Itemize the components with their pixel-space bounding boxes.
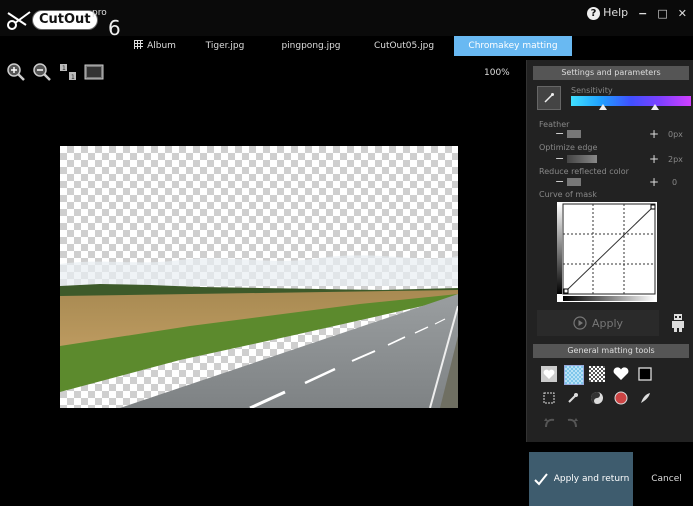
logo-pro: pro [92, 8, 107, 18]
tab-cutout05[interactable]: CutOut05.jpg [368, 36, 440, 56]
selection-tool[interactable] [541, 390, 557, 406]
curve-graph-svg [557, 203, 656, 301]
transparent-checker-tool-active[interactable] [564, 365, 584, 385]
app-logo: CutOut [6, 6, 98, 34]
settings-header: Settings and parameters [533, 66, 689, 80]
undo-button[interactable] [541, 414, 557, 430]
tab-label: CutOut05.jpg [373, 41, 435, 51]
apply-and-return-button[interactable]: Apply and return [529, 452, 633, 506]
help-button[interactable]: ? Help [587, 6, 628, 20]
black-square-tool[interactable] [637, 366, 653, 382]
zoom-level: 100% [484, 68, 510, 78]
heart-icon [543, 369, 555, 379]
zoom-out-icon [33, 63, 51, 81]
optimize-value: 2px [668, 155, 683, 164]
apply-button[interactable]: Apply [537, 310, 659, 336]
svg-text:1: 1 [71, 74, 75, 81]
reduce-color-label: Reduce reflected color [539, 167, 629, 176]
tab-label: Album [147, 41, 176, 51]
sensitivity-spectrum[interactable] [571, 96, 691, 106]
redo-icon [567, 418, 578, 428]
close-button[interactable]: ✕ [678, 7, 687, 20]
feather-plus-button[interactable]: + [649, 127, 659, 141]
landscape-image [60, 255, 458, 408]
fit-window-icon [84, 64, 104, 80]
help-label: Help [603, 6, 629, 19]
tab-label: Tiger.jpg [205, 41, 245, 51]
magic-wand-icon [568, 393, 578, 403]
cancel-label: Cancel [651, 474, 682, 484]
reduce-plus-button[interactable]: + [649, 175, 659, 189]
tab-bar: Album Tiger.jpg pingpong.jpg CutOut05.jp… [0, 36, 693, 56]
curve-label: Curve of mask [539, 190, 597, 199]
help-icon: ? [587, 7, 601, 20]
square-icon [638, 367, 652, 381]
optimize-plus-button[interactable]: + [649, 152, 659, 166]
selection-icon [543, 392, 555, 404]
image-canvas[interactable] [60, 146, 458, 408]
optimize-minus-button[interactable]: − [555, 152, 564, 165]
reduce-slider[interactable] [567, 178, 581, 186]
zoom-out-button[interactable] [32, 62, 52, 82]
checkmark-icon [533, 473, 548, 486]
window-controls: ? Help − □ ✕ [587, 6, 687, 20]
minimize-button[interactable]: − [638, 7, 647, 20]
optimize-slider[interactable] [567, 155, 597, 163]
tab-chromakey[interactable]: Chromakey matting [454, 36, 572, 56]
maximize-button[interactable]: □ [657, 7, 667, 20]
svg-text:1: 1 [62, 65, 66, 72]
robot-icon [672, 314, 684, 332]
redo-button[interactable] [565, 414, 581, 430]
cancel-button[interactable]: Cancel [640, 452, 693, 506]
view-toolbar: 11 [6, 62, 104, 82]
apply-label: Apply [591, 316, 624, 330]
play-icon [573, 316, 587, 330]
actual-size-button[interactable]: 11 [58, 62, 78, 82]
red-circle-icon [614, 391, 628, 405]
actual-size-icon: 11 [60, 64, 76, 81]
sensitivity-label: Sensitivity [571, 86, 613, 95]
magic-wand-tool[interactable] [565, 390, 581, 406]
scissors-icon [7, 11, 31, 30]
apply-return-label: Apply and return [553, 474, 630, 484]
reduce-value: 0 [672, 178, 678, 187]
feather-brush-tool[interactable] [637, 390, 653, 406]
settings-panel: Settings and parameters Sensitivity Feat… [526, 60, 693, 442]
tab-pingpong[interactable]: pingpong.jpg [276, 36, 346, 56]
heart-brush-tool[interactable] [613, 366, 629, 382]
curve-of-mask-graph[interactable] [557, 202, 657, 302]
robot-button[interactable] [671, 314, 685, 332]
undo-icon [544, 418, 555, 428]
feather-minus-button[interactable]: − [555, 127, 564, 140]
keep-heart-brush-tool[interactable] [541, 366, 557, 382]
checker-tool[interactable] [589, 366, 605, 382]
tab-label: Chromakey matting [468, 41, 558, 51]
sensitivity-marker-high[interactable] [651, 104, 659, 110]
tab-album[interactable]: Album [126, 36, 184, 56]
tab-label: pingpong.jpg [281, 41, 341, 51]
color-restore-tool[interactable] [613, 390, 629, 406]
feather-slider[interactable] [567, 130, 581, 138]
eyedropper-button[interactable] [537, 86, 561, 110]
tools-header: General matting tools [533, 344, 689, 358]
grid-icon [134, 40, 144, 49]
zoom-in-button[interactable] [6, 62, 26, 82]
logo-text: CutOut [32, 10, 98, 30]
sensitivity-marker-low[interactable] [599, 104, 607, 110]
eyedropper-icon [544, 93, 554, 103]
yin-yang-tool[interactable] [589, 390, 605, 406]
feather-value: 0px [668, 130, 683, 139]
feather-icon [641, 393, 650, 403]
optimize-edge-label: Optimize edge [539, 143, 598, 152]
yin-yang-icon [591, 392, 603, 404]
zoom-in-icon [7, 63, 25, 81]
tab-tiger[interactable]: Tiger.jpg [200, 36, 250, 56]
fit-window-button[interactable] [84, 62, 104, 82]
heart-icon [613, 367, 629, 380]
reduce-minus-button[interactable]: − [555, 175, 564, 188]
